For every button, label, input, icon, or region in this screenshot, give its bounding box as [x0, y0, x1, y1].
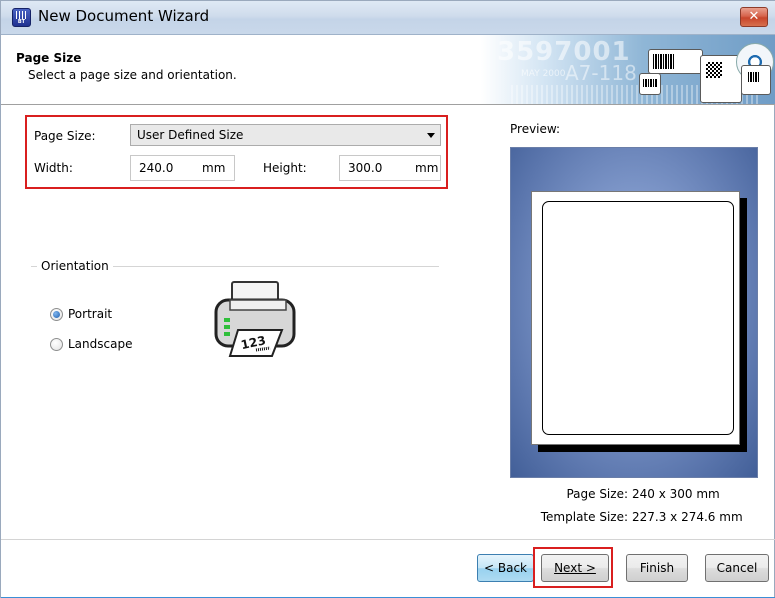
- banner-decoration-2: A7-118: [565, 61, 637, 85]
- banner-decoration-3: MAY 2000: [521, 69, 566, 79]
- finish-button[interactable]: Finish: [626, 554, 688, 582]
- next-button-highlight: [533, 547, 613, 588]
- width-label: Width:: [34, 161, 73, 175]
- preview-template-area: [542, 201, 734, 435]
- height-value: 300.0: [348, 161, 383, 175]
- app-icon: BT: [12, 8, 31, 27]
- preview-template-size-label: Template Size:: [540, 510, 628, 524]
- label-illustration-2: [639, 73, 661, 95]
- title-bar[interactable]: BT New Document Wizard ✕: [1, 1, 775, 35]
- close-icon: ✕: [748, 9, 760, 24]
- footer-divider: [1, 539, 775, 540]
- landscape-radio[interactable]: [50, 338, 63, 351]
- page-subtitle: Select a page size and orientation.: [28, 68, 237, 82]
- height-field[interactable]: 300.0 mm: [339, 155, 441, 181]
- barcode-icon: [748, 72, 760, 82]
- preview-page-size-label: Page Size:: [566, 487, 628, 501]
- preview-page-size-value: 240 x 300 mm: [632, 487, 720, 501]
- page-size-dropdown[interactable]: User Defined Size: [130, 124, 441, 146]
- printer-icon: 123: [212, 278, 298, 360]
- label-illustration-4: [741, 65, 771, 95]
- portrait-label[interactable]: Portrait: [68, 307, 112, 321]
- landscape-label[interactable]: Landscape: [68, 337, 132, 351]
- window-title: New Document Wizard: [38, 7, 210, 25]
- back-button[interactable]: < Back: [477, 554, 534, 582]
- barcode-icon: [653, 54, 675, 69]
- header-banner-image: 3597001 A7-118 MAY 2000: [481, 35, 775, 104]
- barcode-icon: [16, 11, 27, 19]
- height-unit: mm: [415, 161, 439, 175]
- barcode-icon: [643, 79, 657, 87]
- chevron-down-icon: [427, 133, 435, 138]
- height-label: Height:: [263, 161, 307, 175]
- wizard-window: BT New Document Wizard ✕ Page Size Selec…: [0, 0, 775, 598]
- width-unit: mm: [202, 161, 226, 175]
- page-size-label: Page Size:: [34, 129, 96, 143]
- close-button[interactable]: ✕: [740, 7, 768, 27]
- width-field[interactable]: 240.0 mm: [130, 155, 235, 181]
- page-size-value: User Defined Size: [137, 128, 244, 142]
- wizard-header: Page Size Select a page size and orienta…: [1, 35, 775, 105]
- page-title: Page Size: [16, 51, 82, 65]
- portrait-radio[interactable]: [50, 308, 63, 321]
- preview-label: Preview:: [510, 122, 561, 136]
- cancel-button[interactable]: Cancel: [705, 554, 769, 582]
- orientation-group-title: Orientation: [37, 259, 113, 273]
- width-value: 240.0: [139, 161, 174, 175]
- app-icon-text: BT: [17, 19, 26, 25]
- preview-template-size-value: 227.3 x 274.6 mm: [632, 510, 743, 524]
- qr-code-icon: [706, 62, 722, 78]
- label-illustration-1: [648, 49, 703, 74]
